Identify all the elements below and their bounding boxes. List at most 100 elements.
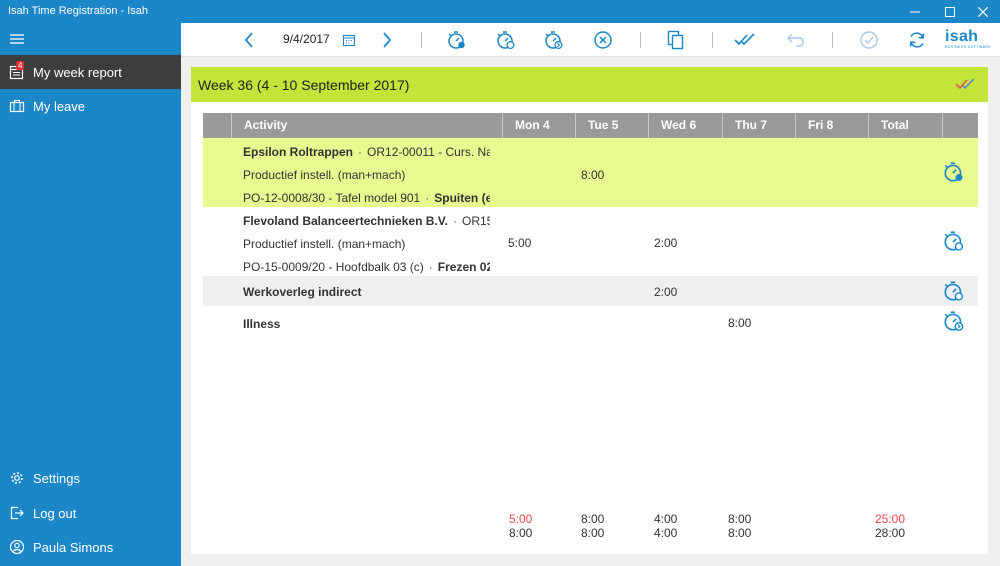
double-check-icon [734,33,755,46]
sidebar-item-label: Settings [33,470,80,486]
maximize-button[interactable] [935,0,965,23]
cell-thu[interactable]: 8:00 [728,316,751,330]
sidebar-item-week-report[interactable]: 4 My week report [0,55,181,89]
total-planned-mon: 8:00 [509,526,533,540]
total-registered-tue: 8:00 [581,512,605,526]
next-week-button[interactable] [375,29,399,51]
gear-icon [9,470,25,486]
continue-timer-button[interactable] [542,29,566,51]
stopwatch-icon[interactable] [942,229,966,253]
calendar-button[interactable] [337,29,361,51]
cancel-circle-icon [594,31,612,49]
week-status-double-check-icon [955,78,975,90]
activity-line-2: Productief instell. (man+mach) [243,168,406,182]
chevron-left-icon [244,32,253,48]
table-row[interactable]: Illness 8:00 [203,306,978,336]
activity-line-1: Werkoverleg indirect [243,285,362,299]
total-registered-thu: 8:00 [728,512,752,526]
sidebar-item-label: My leave [33,98,86,114]
isah-logo: isah BUSINESS SOFTWARE [945,28,992,50]
calendar-report-icon: 4 [9,61,25,80]
column-header-wed[interactable]: Wed 6 [648,113,722,138]
close-icon [978,6,988,17]
sidebar: 4 My week report My leave Settings Log o… [0,23,181,566]
copy-icon [667,30,684,50]
suitcase-icon [9,98,25,114]
stopwatch-start-icon [448,31,465,49]
toolbar-separator [640,32,641,48]
toolbar: 9/4/2017 isah BUSINESS SOFTWARE [181,23,1000,57]
approve-all-button[interactable] [734,29,758,51]
activity-line-1: Flevoland Balanceertechnieken B.V.·OR15-… [243,214,490,228]
column-header-actions [942,113,978,138]
total-planned-total: 28:00 [875,526,906,540]
refresh-button[interactable] [905,29,929,51]
start-timer-button[interactable] [445,29,469,51]
toolbar-separator [712,32,713,48]
stop-timer-button[interactable] [494,29,518,51]
close-button[interactable] [968,0,998,23]
undo-icon [787,33,804,47]
cell-tue[interactable]: 8:00 [581,168,604,182]
table-row[interactable]: Werkoverleg indirect 2:00 [203,276,978,306]
minimize-icon [910,11,920,12]
activity-line-1: Epsilon Roltrappen · OR12-00011 - Curs. Na… [243,145,490,159]
undo-button[interactable] [784,29,808,51]
stopwatch-stop-icon [497,31,515,50]
sidebar-item-label: Log out [33,505,77,521]
total-planned-tue: 8:00 [581,526,605,540]
user-name: Paula Simons [33,539,114,555]
stopwatch-forward-icon[interactable] [942,309,966,333]
activity-line-3: PO-12-0008/30 - Tafel model 901 · Spuiten … [243,191,490,205]
sidebar-item-label: My week report [33,64,122,80]
sidebar-item-user[interactable]: Paula Simons [0,530,181,564]
column-header-activity[interactable]: Activity [231,113,502,138]
total-registered-mon: 5:00 [509,512,533,526]
calendar-icon [342,34,356,47]
date-display[interactable]: 9/4/2017 [283,32,330,46]
table-row[interactable]: Epsilon Roltrappen · OR12-00011 - Curs. Na… [203,138,978,207]
total-planned-wed: 4:00 [654,526,678,540]
chevron-right-icon [383,32,392,48]
column-header-total[interactable]: Total [868,113,942,138]
maximize-icon [945,6,955,17]
week-title: Week 36 (4 - 10 September 2017) [198,76,410,93]
week-header: Week 36 (4 - 10 September 2017) [191,67,988,102]
sidebar-item-my-leave[interactable]: My leave [0,89,181,123]
table-row[interactable]: Flevoland Balanceertechnieken B.V.·OR15-… [203,207,978,276]
notification-badge: 4 [16,61,25,70]
column-header-tue[interactable]: Tue 5 [575,113,648,138]
cell-mon[interactable]: 5:00 [508,236,531,250]
stopwatch-icon[interactable] [942,279,966,303]
cancel-button[interactable] [591,29,615,51]
user-avatar-icon [9,539,25,555]
stopwatch-forward-icon [545,31,563,50]
refresh-icon [909,32,925,48]
window-title: Isah Time Registration - Isah [8,5,149,17]
minimize-button[interactable] [900,0,930,23]
cell-wed[interactable]: 2:00 [654,285,677,299]
total-registered-total: 25:00 [875,512,906,526]
toolbar-separator [832,32,833,48]
toolbar-separator [421,32,422,48]
column-header-fri[interactable]: Fri 8 [795,113,868,138]
week-report-panel: Week 36 (4 - 10 September 2017) Activity… [191,67,988,554]
logout-icon [9,505,25,521]
check-circle-icon [860,31,878,49]
submit-button[interactable] [857,29,881,51]
activity-line-1: Illness [243,317,281,331]
sidebar-item-logout[interactable]: Log out [0,496,181,530]
total-planned-thu: 8:00 [728,526,752,540]
table-header: Activity Mon 4 Tue 5 Wed 6 Thu 7 Fri 8 T… [203,113,978,138]
activity-line-2: Productief instell. (man+mach) [243,237,406,251]
copy-button[interactable] [664,29,688,51]
previous-week-button[interactable] [237,29,261,51]
sidebar-item-settings[interactable]: Settings [0,461,181,495]
column-header-thu[interactable]: Thu 7 [722,113,795,138]
cell-wed[interactable]: 2:00 [654,236,677,250]
title-bar: Isah Time Registration - Isah [0,0,1000,23]
total-registered-wed: 4:00 [654,512,678,526]
hamburger-menu-icon[interactable] [9,32,25,46]
stopwatch-active-icon[interactable] [942,160,966,184]
column-header-mon[interactable]: Mon 4 [502,113,575,138]
